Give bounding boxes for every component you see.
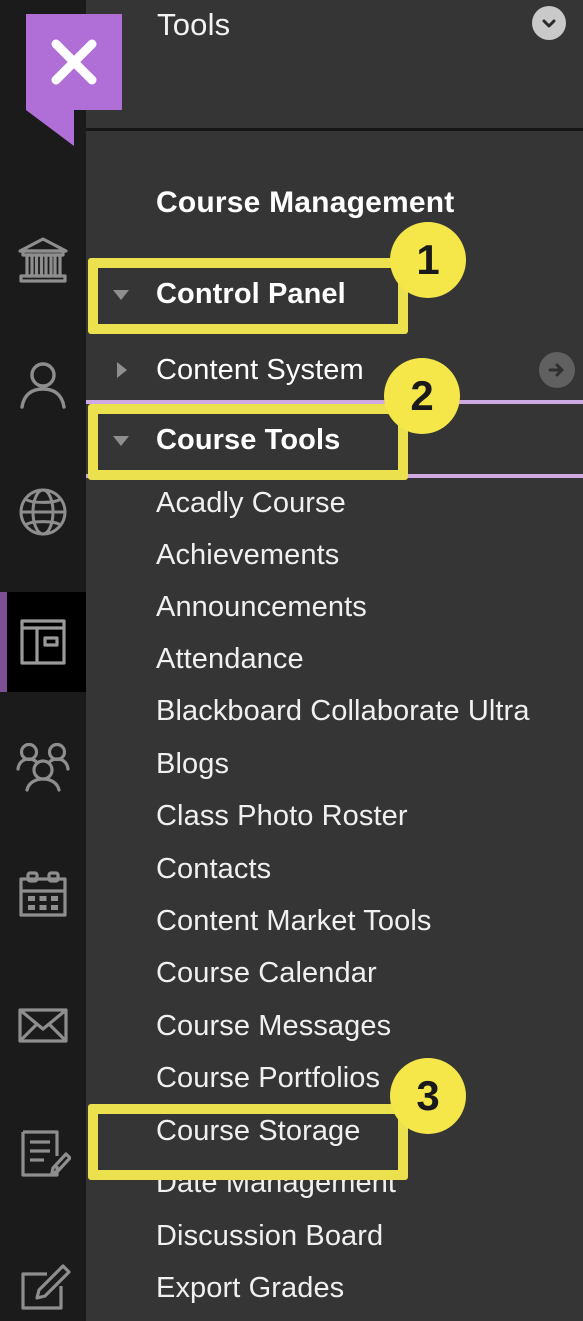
rail-item-calendar[interactable] [0, 845, 86, 945]
close-panel-tab[interactable] [26, 14, 122, 146]
step-badge-3: 3 [390, 1058, 466, 1134]
list-item-course-messages[interactable]: Course Messages [156, 1010, 391, 1043]
list-item-attendance[interactable]: Attendance [156, 643, 304, 676]
global-nav-rail [0, 0, 86, 1321]
rail-item-institution[interactable] [0, 210, 86, 310]
selection-line-top [86, 400, 583, 404]
group-control-panel[interactable]: Control Panel [86, 266, 583, 322]
rail-item-organizations[interactable] [0, 716, 86, 816]
group-content-system[interactable]: Content System [86, 342, 583, 398]
organizations-people-icon [15, 738, 71, 794]
list-item-class-photo-roster[interactable]: Class Photo Roster [156, 800, 408, 833]
group-label-control-panel: Control Panel [156, 277, 346, 310]
list-item-course-storage[interactable]: Course Storage [156, 1115, 361, 1148]
list-item-date-management[interactable]: Date Management [156, 1167, 396, 1200]
rail-item-messages[interactable] [0, 975, 86, 1075]
list-item-announcements[interactable]: Announcements [156, 591, 367, 624]
tools-panel-screen: Tools Course Management Control Panel Co… [0, 0, 583, 1321]
caret-right-icon [107, 357, 135, 383]
tools-panel: Tools Course Management Control Panel Co… [86, 0, 583, 1321]
list-item-achievements[interactable]: Achievements [156, 539, 339, 572]
section-title: Course Management [156, 186, 455, 219]
messages-envelope-icon [15, 997, 71, 1053]
courses-book-icon [15, 614, 71, 670]
group-label-course-tools: Course Tools [156, 423, 341, 456]
step-badge-1: 1 [390, 222, 466, 298]
list-item-discussion-board[interactable]: Discussion Board [156, 1220, 383, 1253]
list-item-course-calendar[interactable]: Course Calendar [156, 957, 377, 990]
panel-header: Tools [86, 0, 583, 131]
list-item-content-market-tools[interactable]: Content Market Tools [156, 905, 432, 938]
group-course-tools[interactable]: Course Tools [86, 412, 583, 468]
selection-line-bottom [86, 474, 583, 478]
rail-item-courses[interactable] [0, 592, 86, 692]
list-item-blackboard-collaborate-ultra[interactable]: Blackboard Collaborate Ultra [156, 695, 530, 728]
tools-edit-icon [15, 1262, 71, 1318]
step-badge-2: 2 [384, 358, 460, 434]
calendar-icon [15, 867, 71, 923]
list-item-acadly-course[interactable]: Acadly Course [156, 487, 346, 520]
page-title: Tools [157, 7, 231, 42]
rail-item-institution-page[interactable] [0, 462, 86, 562]
group-label-content-system: Content System [156, 353, 364, 386]
list-item-blogs[interactable]: Blogs [156, 748, 229, 781]
list-item-course-portfolios[interactable]: Course Portfolios [156, 1062, 380, 1095]
globe-icon [15, 484, 71, 540]
list-item-contacts[interactable]: Contacts [156, 853, 271, 886]
chevron-down-icon[interactable] [532, 6, 566, 40]
arrow-right-circle-icon[interactable] [539, 352, 575, 388]
caret-down-icon [107, 281, 135, 307]
list-item-export-grades[interactable]: Export Grades [156, 1272, 344, 1305]
rail-item-grades[interactable] [0, 1104, 86, 1204]
grades-document-pencil-icon [15, 1126, 71, 1182]
institution-icon [15, 232, 71, 288]
rail-item-tools[interactable] [0, 1240, 86, 1321]
caret-down-icon [107, 427, 135, 453]
profile-person-icon [15, 357, 71, 413]
rail-item-profile[interactable] [0, 335, 86, 435]
